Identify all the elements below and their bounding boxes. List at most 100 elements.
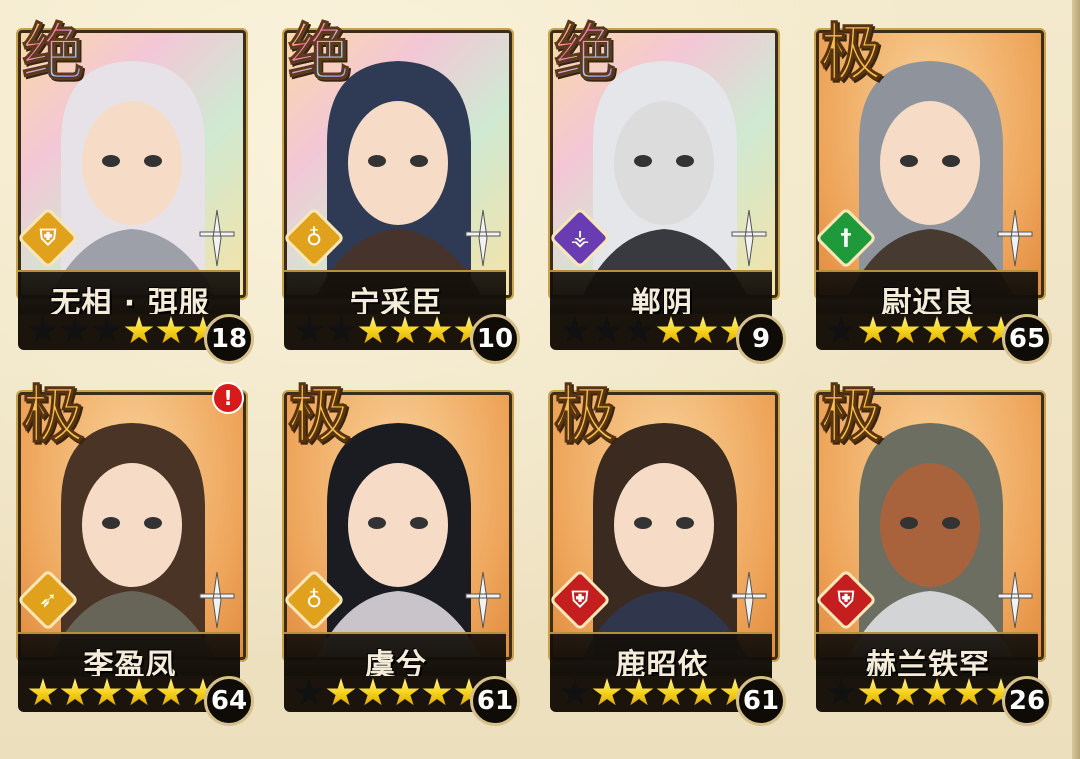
- grade-label: 极: [21, 378, 85, 451]
- level-badge: 18: [204, 314, 254, 364]
- grade-label: 极: [553, 378, 617, 451]
- star-filled-icon: [156, 678, 186, 706]
- sword-shape: [997, 209, 1033, 267]
- hero-grid: 绝 ⛨ 无相 · 弭服 18 绝 ♁ 宁采臣 10 绝 ⚶ 郸阴 9 极 † 尉迟良 65 极 ➶ 李盈凤 6…: [16, 16, 1052, 726]
- eye-right: [942, 517, 960, 529]
- gourd-icon-glyph: ♁: [305, 225, 323, 251]
- star-filled-icon: [688, 678, 718, 706]
- star-rating: [28, 316, 218, 346]
- grade-label: 极: [819, 378, 883, 451]
- star-filled-icon: [156, 316, 186, 344]
- hero-card[interactable]: 极 † 尉迟良 65: [814, 16, 1052, 364]
- hero-card[interactable]: 极 ➶ 李盈凤 64!: [16, 378, 254, 726]
- star-filled-icon: [390, 678, 420, 706]
- star-rating: [560, 316, 750, 346]
- sword-shape: [465, 571, 501, 629]
- eye-right: [144, 155, 162, 167]
- star-empty-icon: [326, 316, 356, 344]
- star-filled-icon: [890, 316, 920, 344]
- grade-label: 极: [819, 16, 883, 89]
- star-filled-icon: [688, 316, 718, 344]
- talisman-icon-glyph: ⚶: [570, 225, 590, 251]
- star-filled-icon: [358, 678, 388, 706]
- grade-label: 绝: [287, 16, 351, 89]
- grade-label: 绝: [21, 16, 85, 89]
- star-filled-icon: [28, 678, 58, 706]
- level-badge: 26: [1002, 676, 1052, 726]
- sword-emblem-icon: [997, 209, 1033, 267]
- star-filled-icon: [656, 678, 686, 706]
- star-empty-icon: [92, 316, 122, 344]
- star-filled-icon: [954, 316, 984, 344]
- hero-card[interactable]: 极 ⛨ 赫兰铁罕 26: [814, 378, 1052, 726]
- star-filled-icon: [422, 678, 452, 706]
- level-badge: 10: [470, 314, 520, 364]
- star-filled-icon: [60, 678, 90, 706]
- star-rating: [294, 678, 484, 708]
- level-badge: 61: [736, 676, 786, 726]
- star-filled-icon: [358, 316, 388, 344]
- star-rating: [28, 678, 218, 708]
- star-empty-icon: [826, 316, 856, 344]
- hero-card[interactable]: 绝 ⚶ 郸阴 9: [548, 21, 786, 364]
- eye-left: [368, 155, 386, 167]
- hero-card[interactable]: 极 ⛨ 鹿昭依 61: [548, 378, 786, 726]
- shield-icon-glyph: ⛨: [571, 587, 589, 613]
- eye-right: [144, 517, 162, 529]
- star-filled-icon: [624, 678, 654, 706]
- star-filled-icon: [124, 678, 154, 706]
- sword-icon-glyph: †: [840, 225, 852, 251]
- eye-right: [676, 155, 694, 167]
- star-filled-icon: [326, 678, 356, 706]
- eye-left: [900, 155, 918, 167]
- hero-card[interactable]: 绝 ♁ 宁采臣 10: [282, 16, 520, 364]
- level-badge: 65: [1002, 314, 1052, 364]
- face-shape: [614, 463, 714, 587]
- sword-shape: [731, 209, 767, 267]
- face-shape: [82, 101, 182, 225]
- scroll-edge: [1072, 0, 1080, 759]
- eye-left: [900, 517, 918, 529]
- sword-shape: [199, 571, 235, 629]
- shield-icon-glyph: ⛨: [39, 225, 57, 251]
- sword-emblem-icon: [465, 209, 501, 267]
- star-empty-icon: [560, 678, 590, 706]
- sword-emblem-icon: [731, 571, 767, 629]
- star-rating: [826, 678, 1016, 708]
- sword-shape: [465, 209, 501, 267]
- star-filled-icon: [954, 678, 984, 706]
- eye-left: [368, 517, 386, 529]
- star-empty-icon: [826, 678, 856, 706]
- star-empty-icon: [294, 316, 324, 344]
- star-rating: [294, 316, 484, 346]
- face-shape: [614, 101, 714, 225]
- sword-emblem-icon: [199, 209, 235, 267]
- star-empty-icon: [28, 316, 58, 344]
- star-empty-icon: [624, 316, 654, 344]
- star-filled-icon: [592, 678, 622, 706]
- sword-emblem-icon: [997, 571, 1033, 629]
- shield-icon-glyph: ⛨: [837, 587, 855, 613]
- star-empty-icon: [560, 316, 590, 344]
- star-filled-icon: [858, 678, 888, 706]
- star-rating: [560, 678, 750, 708]
- star-filled-icon: [656, 316, 686, 344]
- alert-badge: !: [212, 382, 244, 414]
- level-badge: 61: [470, 676, 520, 726]
- face-shape: [880, 101, 980, 225]
- sword-shape: [731, 571, 767, 629]
- sword-emblem-icon: [465, 571, 501, 629]
- face-shape: [880, 463, 980, 587]
- sword-shape: [997, 571, 1033, 629]
- hero-card[interactable]: 极 ♁ 虞兮 61: [282, 378, 520, 726]
- star-empty-icon: [60, 316, 90, 344]
- level-badge: 9: [736, 314, 786, 364]
- hero-card[interactable]: 绝 ⛨ 无相 · 弭服 18: [16, 16, 254, 364]
- sword-emblem-icon: [199, 571, 235, 629]
- star-empty-icon: [294, 678, 324, 706]
- grade-label: 极: [287, 378, 351, 451]
- star-filled-icon: [858, 316, 888, 344]
- star-empty-icon: [592, 316, 622, 344]
- eye-left: [634, 155, 652, 167]
- face-shape: [348, 463, 448, 587]
